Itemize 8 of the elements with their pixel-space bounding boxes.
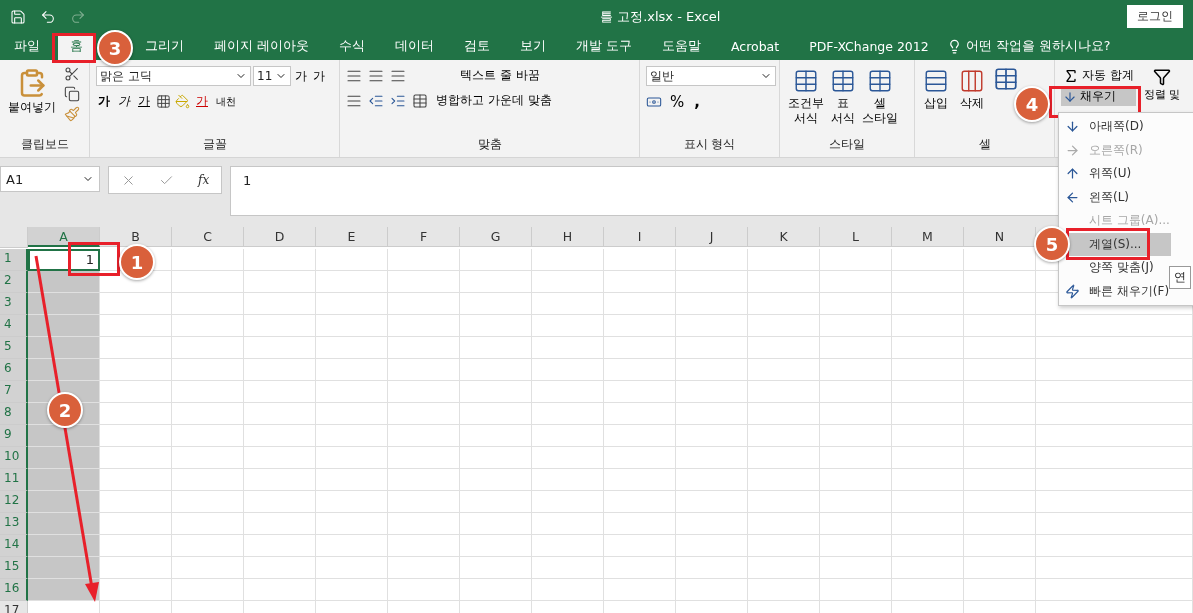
group-label: 글꼴 (202, 136, 227, 153)
group-label: 맞춤 (477, 136, 502, 153)
group-label: 셀 (978, 136, 991, 153)
window-title: 틀 고정.xlsx - Excel (600, 7, 721, 26)
tooltip: 연 (1169, 266, 1191, 289)
group-label: 표시 형식 (683, 136, 736, 153)
group-label: 클립보드 (20, 136, 69, 153)
group-label: 스타일 (829, 136, 865, 153)
